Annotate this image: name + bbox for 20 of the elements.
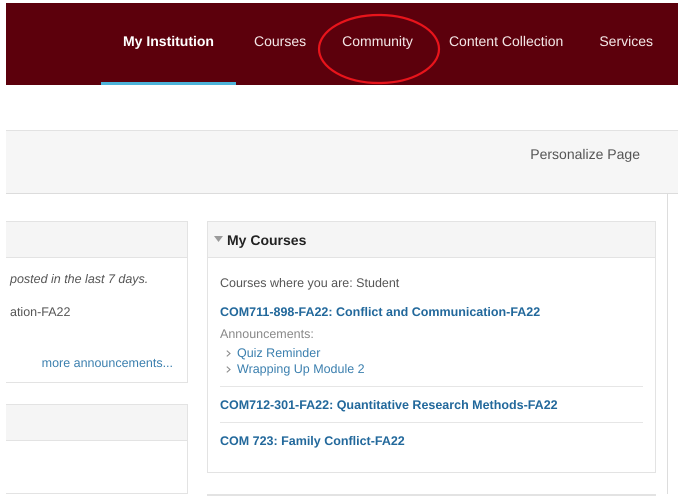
role-text: Courses where you are: Student: [220, 276, 400, 290]
collapse-triangle-icon[interactable]: [214, 236, 223, 242]
panel-title: My Courses: [227, 232, 306, 248]
announcement-link[interactable]: Quiz Reminder: [237, 346, 320, 360]
announcement-text: posted in the last 7 days.: [10, 272, 150, 286]
personalize-link[interactable]: Personalize Page: [530, 146, 640, 162]
announcements-label: Announcements:: [220, 327, 315, 341]
more-announcements-link[interactable]: more announcements...: [42, 356, 173, 370]
course-link[interactable]: COM712-301-FA22: Quantitative Research Methods-FA22: [220, 398, 558, 412]
nav-tab[interactable]: Content Collection: [430, 6, 582, 85]
nav-tab[interactable]: My Institution: [101, 6, 236, 85]
course-link[interactable]: COM 723: Family Conflict-FA22: [220, 434, 405, 448]
chevron-right-icon: [226, 350, 231, 356]
course-link[interactable]: COM711-898-FA22: Conflict and Communication-FA22: [220, 305, 540, 319]
chevron-right-icon: [226, 366, 231, 372]
announcement-link[interactable]: Wrapping Up Module 2: [237, 362, 365, 376]
nav-tab[interactable]: Services: [581, 6, 672, 85]
nav-tab[interactable]: Community: [324, 6, 431, 85]
nav-tab[interactable]: Courses: [236, 6, 324, 85]
announcement-text: ation-FA22: [10, 305, 72, 319]
